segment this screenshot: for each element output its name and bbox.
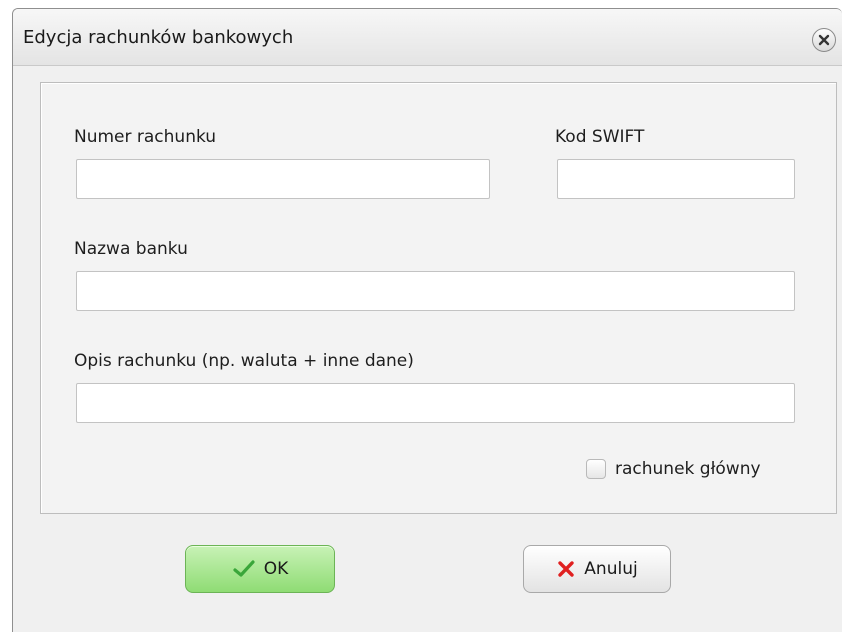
account-description-input[interactable]	[76, 383, 795, 423]
main-account-label: rachunek główny	[615, 459, 761, 479]
swift-code-label: Kod SWIFT	[555, 127, 645, 147]
account-number-input[interactable]	[76, 159, 490, 199]
close-icon	[818, 34, 830, 46]
checkmark-icon	[233, 560, 255, 577]
window-title: Edycja rachunków bankowych	[23, 27, 294, 48]
bank-name-label: Nazwa banku	[74, 239, 188, 259]
main-account-checkbox[interactable]	[586, 459, 606, 479]
bank-name-input[interactable]	[76, 271, 795, 311]
swift-code-input[interactable]	[557, 159, 795, 199]
dialog-window: Edycja rachunków bankowych Numer rachunk…	[12, 8, 842, 632]
account-number-label: Numer rachunku	[74, 127, 217, 147]
account-description-label: Opis rachunku (np. waluta + inne dane)	[74, 351, 414, 371]
main-account-option[interactable]: rachunek główny	[586, 459, 761, 479]
ok-button-label: OK	[263, 559, 289, 579]
cancel-button-label: Anuluj	[584, 559, 638, 579]
cancel-button[interactable]: Anuluj	[523, 545, 671, 593]
x-icon	[558, 561, 574, 577]
ok-button[interactable]: OK	[185, 545, 335, 593]
title-bar[interactable]: Edycja rachunków bankowych	[13, 9, 842, 66]
form-panel: Numer rachunku Kod SWIFT Nazwa banku Opi…	[40, 82, 837, 514]
close-button[interactable]	[812, 28, 836, 52]
